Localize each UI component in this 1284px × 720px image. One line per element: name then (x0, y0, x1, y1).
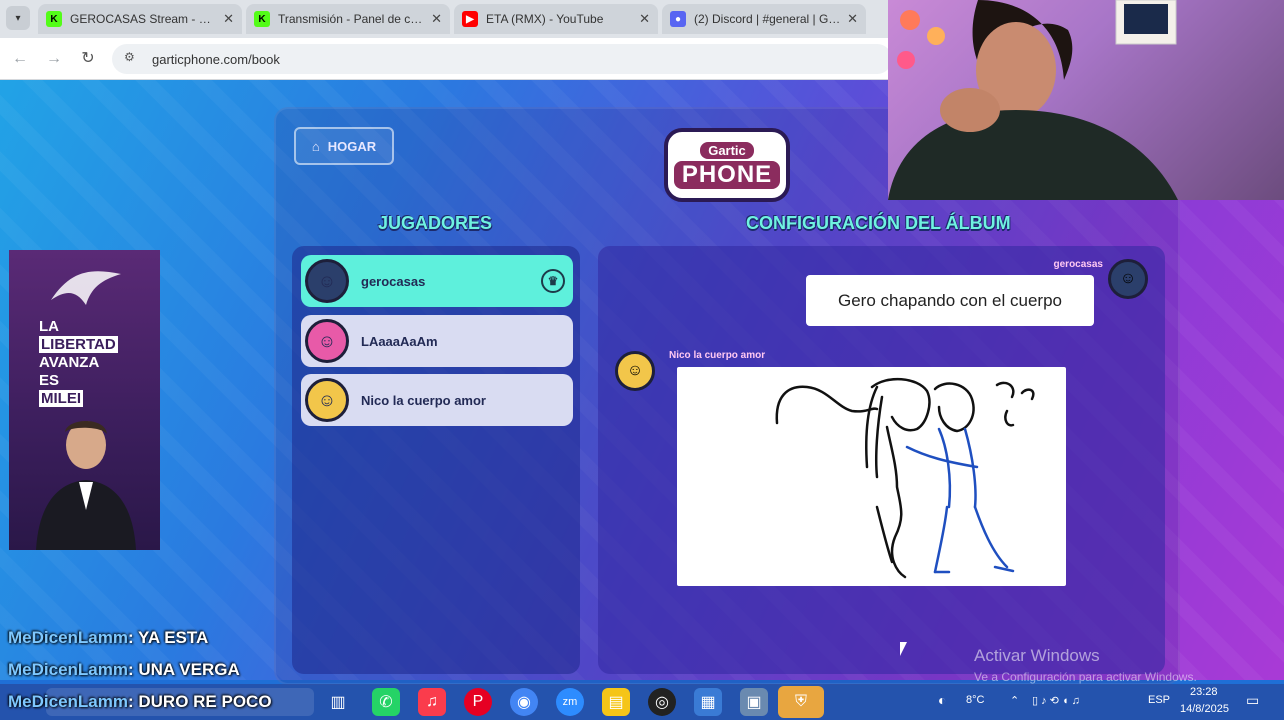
ad-person-image (36, 421, 136, 550)
player-avatar: ☺ (615, 351, 655, 391)
chrome-icon[interactable]: ◉ (510, 688, 538, 716)
pinterest-icon[interactable]: P (464, 688, 492, 716)
ad-slogan: LA LIBERTAD AVANZA ES MILEI (39, 318, 118, 407)
player-item-laaaaaaam: ☺ LAaaaAaAm (301, 315, 573, 367)
players-title: JUGADORES (378, 213, 493, 233)
webcam-overlay (888, 0, 1284, 200)
store-icon[interactable]: ▦ (694, 688, 722, 716)
chat-message: MeDicenLamm: DURO RE POCO (8, 692, 272, 711)
site-info-icon[interactable]: ⚙ (124, 50, 142, 68)
chat-message: MeDicenLamm: UNA VERGA (8, 660, 240, 679)
player-avatar: ☺ (305, 319, 349, 363)
message-author: Nico la cuerpo amor (669, 350, 766, 361)
tray-icons[interactable]: ▯ ♪ ⟲ ◖ ♫ (1032, 694, 1080, 707)
tab-transmision-panel[interactable]: K Transmisión - Panel de contr ✕ (246, 4, 450, 34)
back-arrow-icon[interactable]: ← (10, 49, 30, 69)
obs-icon[interactable]: ◎ (648, 688, 676, 716)
address-bar[interactable]: ⚙ garticphone.com/book (112, 44, 892, 74)
weather-icon[interactable]: ◐ (938, 692, 946, 708)
notifications-icon[interactable]: ▭ (1246, 692, 1259, 709)
discord-icon: ● (670, 11, 686, 27)
drawing-canvas (775, 377, 1035, 579)
tab-search-dropdown-icon[interactable]: ▾ (6, 6, 30, 30)
kick-icon: K (46, 11, 62, 27)
clock-time[interactable]: 23:28 (1190, 686, 1218, 698)
crown-icon: ♛ (541, 269, 565, 293)
input-language[interactable]: ESP (1148, 694, 1170, 706)
chat-message: MeDicenLamm: YA ESTA (8, 628, 209, 647)
youtube-icon: ▶ (462, 11, 478, 27)
player-item-gerocasas: ☺ gerocasas ♛ (301, 255, 573, 307)
reload-icon[interactable]: ↻ (78, 49, 98, 69)
message-author: gerocasas (1053, 259, 1103, 270)
tab-youtube-eta[interactable]: ▶ ETA (RMX) - YouTube ✕ (454, 4, 658, 34)
whatsapp-icon[interactable]: ✆ (372, 688, 400, 716)
phrase-bubble: Gero chapando con el cuerpo (806, 275, 1094, 326)
close-tab-icon[interactable]: ✕ (639, 11, 650, 27)
tab-gerocasas-stream[interactable]: K GEROCASAS Stream - Watch ✕ (38, 4, 242, 34)
close-tab-icon[interactable]: ✕ (847, 11, 858, 27)
activate-windows-subtitle: Ve a Configuración para activar Windows. (974, 670, 1197, 684)
eagle-logo (51, 271, 121, 305)
app-icon[interactable]: ▣ (740, 688, 768, 716)
close-tab-icon[interactable]: ✕ (223, 11, 234, 27)
file-explorer-icon[interactable]: ▤ (602, 688, 630, 716)
zoom-icon[interactable]: zm (556, 688, 584, 716)
home-icon: ⌂ (311, 138, 320, 154)
album-settings-title: CONFIGURACIÓN DEL ÁLBUM (746, 213, 1011, 233)
clock-date[interactable]: 14/8/2025 (1180, 703, 1229, 715)
player-drawing (677, 367, 1066, 586)
player-avatar: ☺ (305, 259, 349, 303)
home-button[interactable]: ⌂ HOGAR (294, 127, 394, 165)
player-avatar: ☺ (305, 378, 349, 422)
player-avatar: ☺ (1108, 259, 1148, 299)
players-list (292, 246, 580, 674)
ad-banner[interactable]: LA LIBERTAD AVANZA ES MILEI (9, 250, 160, 550)
gartic-phone-logo: Gartic PHONE (664, 128, 790, 202)
tray-chevron-icon[interactable]: ⌃ (1010, 694, 1019, 707)
webcam-person-image (888, 0, 1178, 200)
mouse-cursor-icon (900, 642, 907, 656)
music-icon[interactable]: ♫ (418, 688, 446, 716)
security-shield-icon[interactable]: ⛨ (778, 686, 824, 718)
task-view-icon[interactable]: ▥ (324, 688, 352, 716)
activate-windows-title: Activar Windows (974, 646, 1100, 665)
url-text: garticphone.com/book (152, 51, 280, 67)
tab-discord-general[interactable]: ● (2) Discord | #general | GER ✕ (662, 4, 866, 34)
forward-arrow-icon[interactable]: → (44, 49, 64, 69)
kick-icon: K (254, 11, 270, 27)
close-tab-icon[interactable]: ✕ (431, 11, 442, 27)
temperature[interactable]: 8°C (966, 694, 984, 706)
player-item-nico: ☺ Nico la cuerpo amor (301, 374, 573, 426)
